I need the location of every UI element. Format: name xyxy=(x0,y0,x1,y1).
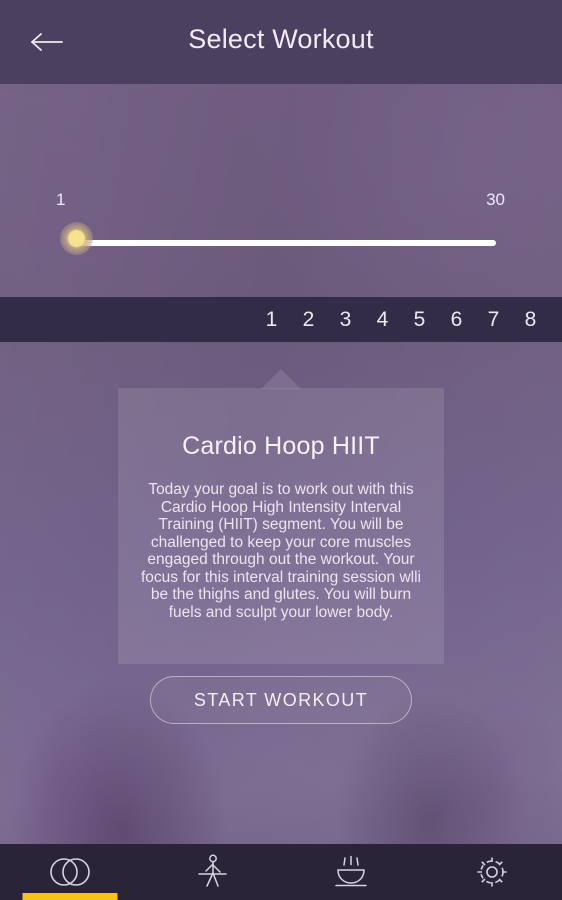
interval-number-3[interactable]: 3 xyxy=(327,308,364,332)
workout-title: Cardio Hoop HIIT xyxy=(182,432,380,460)
nutrition-bowl-icon xyxy=(331,854,371,890)
start-workout-button[interactable]: START WORKOUT xyxy=(150,676,412,724)
app-header: Select Workout xyxy=(0,0,562,84)
interval-number-strip[interactable]: 12345678 xyxy=(0,297,562,342)
interval-number-2[interactable]: 2 xyxy=(290,308,327,332)
interval-number-6[interactable]: 6 xyxy=(438,308,475,332)
slider-track-area[interactable] xyxy=(60,222,496,255)
interval-number-8[interactable]: 8 xyxy=(512,308,549,332)
nav-item-settings[interactable] xyxy=(422,844,562,900)
page-title: Select Workout xyxy=(188,24,374,54)
nav-item-workouts[interactable] xyxy=(0,844,141,900)
slider-min-label: 1 xyxy=(56,190,66,209)
person-exercise-icon xyxy=(193,853,229,891)
interval-number-5[interactable]: 5 xyxy=(401,308,438,332)
bottom-navigation xyxy=(0,844,562,900)
app-screen: Select Workout 1 30 12345678 Cardio Hoop… xyxy=(0,0,562,900)
interval-number-4[interactable]: 4 xyxy=(364,308,401,332)
gear-icon xyxy=(474,854,510,890)
slider-max-label: 30 xyxy=(486,190,505,209)
nav-item-exercise[interactable] xyxy=(141,844,282,900)
duration-slider[interactable]: 1 30 xyxy=(0,190,562,270)
interval-number-1[interactable]: 1 xyxy=(253,308,290,332)
workout-description: Today your goal is to work out with this… xyxy=(141,481,421,621)
interval-number-7[interactable]: 7 xyxy=(475,308,512,332)
nav-active-indicator xyxy=(22,893,118,900)
workout-detail-card: Cardio Hoop HIIT Today your goal is to w… xyxy=(118,388,444,664)
nav-item-nutrition[interactable] xyxy=(281,844,422,900)
slider-thumb[interactable] xyxy=(60,222,93,255)
hoop-rings-icon xyxy=(48,855,92,889)
card-pointer-triangle xyxy=(261,369,301,389)
slider-track[interactable] xyxy=(76,240,496,246)
